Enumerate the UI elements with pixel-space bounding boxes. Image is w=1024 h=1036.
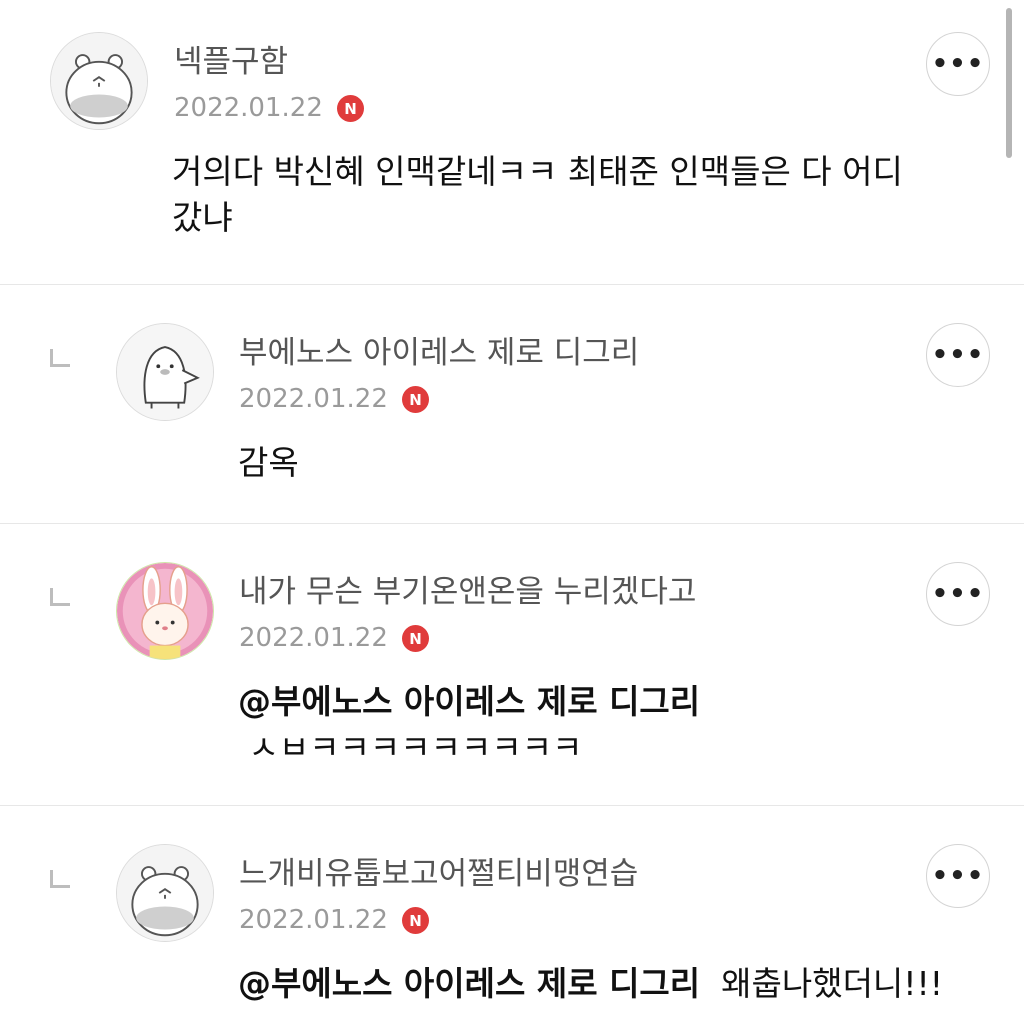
reply-arrow-icon: [50, 870, 70, 888]
comment-nickname[interactable]: 느개비유툽보고어쩔티비맹연습: [239, 854, 638, 894]
comment-date: 2022.01.22: [239, 623, 388, 653]
new-badge: N: [402, 386, 429, 413]
reply-item: 부에노스 아이레스 제로 디그리 2022.01.22 N ••• 감옥: [0, 285, 1024, 523]
comment-text-line: 거의다 박신혜 인맥같네ㅋㅋ 최태준 인맥들은 다 어디: [172, 152, 903, 191]
comment-nickname[interactable]: 부에노스 아이레스 제로 디그리: [239, 333, 639, 373]
comment-text-line: ㅅㅂㅋㅋㅋㅋㅋㅋㅋㅋㅋ: [238, 728, 583, 767]
more-options-button[interactable]: •••: [926, 844, 990, 908]
comment-nickname[interactable]: 넥플구함: [174, 42, 288, 82]
comment-text: @부에노스 아이레스 제로 디그리 ㅅㅂㅋㅋㅋㅋㅋㅋㅋㅋㅋ: [238, 679, 938, 771]
comment-list-page: 넥플구함 2022.01.22 N ••• 거의다 박신혜 인맥같네ㅋㅋ 최태준…: [0, 0, 1024, 1036]
comment-text-line: 갔냐: [172, 198, 233, 237]
comment-text: 감옥: [238, 443, 299, 482]
comment-text: @부에노스 아이레스 제로 디그리 왜춥나했더니!!!: [238, 961, 998, 1007]
hamster-avatar-icon[interactable]: [50, 32, 148, 130]
comment-nickname[interactable]: 내가 무슨 부기온앤온을 누리겠다고: [239, 572, 696, 612]
comment-date: 2022.01.22: [239, 384, 388, 414]
reply-item: 느개비유툽보고어쩔티비맹연습 2022.01.22 N ••• @부에노스 아이…: [0, 806, 1024, 1036]
comment-date: 2022.01.22: [239, 905, 388, 935]
reply-item: 내가 무슨 부기온앤온을 누리겠다고 2022.01.22 N ••• @부에노…: [0, 524, 1024, 805]
comment-date: 2022.01.22: [174, 93, 323, 123]
hamster-avatar-icon[interactable]: [116, 844, 214, 942]
more-options-button[interactable]: •••: [926, 32, 990, 96]
mention-link[interactable]: @부에노스 아이레스 제로 디그리: [238, 964, 700, 1003]
comment-item: 넥플구함 2022.01.22 N ••• 거의다 박신혜 인맥같네ㅋㅋ 최태준…: [0, 0, 1024, 284]
bunny-avatar-icon[interactable]: [116, 562, 214, 660]
more-options-button[interactable]: •••: [926, 562, 990, 626]
reply-arrow-icon: [50, 349, 70, 367]
comment-text-line: 왜춥나했더니!!!: [700, 964, 943, 1003]
penguin-avatar-icon[interactable]: [116, 323, 214, 421]
new-badge: N: [337, 95, 364, 122]
reply-arrow-icon: [50, 588, 70, 606]
new-badge: N: [402, 625, 429, 652]
comment-text: 거의다 박신혜 인맥같네ㅋㅋ 최태준 인맥들은 다 어디 갔냐: [172, 149, 972, 241]
mention-link[interactable]: @부에노스 아이레스 제로 디그리: [238, 679, 938, 725]
new-badge: N: [402, 907, 429, 934]
more-options-button[interactable]: •••: [926, 323, 990, 387]
